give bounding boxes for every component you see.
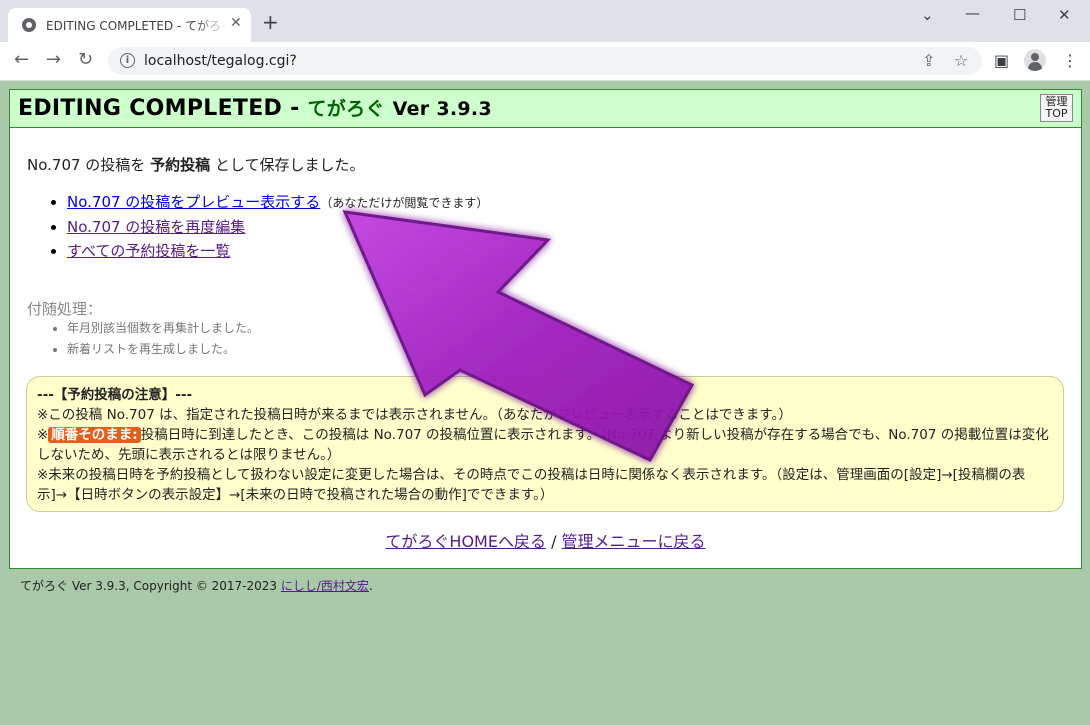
save-message-prefix: No.707 の投稿を <box>27 156 146 174</box>
bookmark-star-icon[interactable]: ☆ <box>954 51 968 70</box>
page-container: EDITING COMPLETED - てがろぐ Ver 3.9.3 管理 TO… <box>9 89 1082 569</box>
tab-search-icon[interactable]: ⌄ <box>921 6 934 24</box>
side-panel-icon[interactable]: ▣ <box>994 51 1009 70</box>
forward-arrow-icon[interactable]: → <box>46 50 61 70</box>
save-message-status: 予約投稿 <box>150 156 211 174</box>
notice-line-2-prefix: ※ <box>37 427 49 443</box>
copyright-period: . <box>368 579 373 593</box>
list-item: すべての予約投稿を一覧 <box>67 239 488 263</box>
mode-badge: 順番そのまま: <box>48 427 141 443</box>
notice-line-3: ※未来の投稿日時を予約投稿として扱わない設定に変更した場合は、その時点でこの投稿… <box>37 467 1026 503</box>
side-process-heading: 付随処理： <box>27 300 103 318</box>
admin-top-button[interactable]: 管理 TOP <box>1040 94 1073 122</box>
browser-tab[interactable]: EDITING COMPLETED - てがろぐ Ver 3.9.3 ✕ <box>8 8 251 42</box>
list-item: No.707 の投稿をプレビュー表示する（あなただけが閲覧できます） <box>67 190 488 215</box>
copyright: てがろぐ Ver 3.9.3, Copyright © 2017-2023 にし… <box>20 577 373 594</box>
list-item: 新着リストを再生成しました。 <box>67 339 259 360</box>
back-arrow-icon[interactable]: ← <box>14 50 29 70</box>
list-scheduled-link[interactable]: すべての予約投稿を一覧 <box>67 242 230 260</box>
address-bar[interactable]: i localhost/tegalog.cgi? ⇪ ☆ <box>108 47 982 75</box>
action-links: No.707 の投稿をプレビュー表示する（あなただけが閲覧できます） No.70… <box>27 190 488 263</box>
page-title-text: EDITING COMPLETED - <box>18 96 300 121</box>
side-process-list: 年月別該当個数を再集計しました。 新着リストを再生成しました。 <box>27 318 259 360</box>
info-icon[interactable]: i <box>120 53 135 68</box>
tab-title: EDITING COMPLETED - てがろぐ Ver 3.9.3 <box>46 17 226 34</box>
profile-avatar-icon[interactable] <box>1024 49 1046 71</box>
home-link[interactable]: てがろぐHOMEへ戻る <box>385 532 546 551</box>
maximize-button[interactable]: ☐ <box>1013 6 1026 24</box>
preview-note: （あなただけが閲覧できます） <box>320 196 489 210</box>
notice-line-1: ※この投稿 No.707 は、指定された投稿日時が来るまでは表示されません。（あ… <box>37 407 792 423</box>
notice-title: ---【予約投稿の注意】--- <box>37 387 193 403</box>
menu-kebab-icon[interactable]: ⋮ <box>1062 51 1078 70</box>
notice-line-2: ※ 順番そのまま: 投稿日時に到達したとき、この投稿は No.707 の投稿位置に表… <box>37 425 1053 465</box>
list-item: 年月別該当個数を再集計しました。 <box>67 318 259 339</box>
scheduled-post-notice: ---【予約投稿の注意】--- ※この投稿 No.707 は、指定された投稿日時… <box>26 376 1064 512</box>
tab-bar: EDITING COMPLETED - てがろぐ Ver 3.9.3 ✕ + ⌄… <box>0 0 1090 42</box>
globe-icon <box>22 18 36 32</box>
url-text[interactable]: localhost/tegalog.cgi? <box>144 53 297 69</box>
share-icon[interactable]: ⇪ <box>922 51 935 70</box>
save-message-suffix: として保存しました。 <box>214 156 365 174</box>
browser-toolbar: ← → ↻ i localhost/tegalog.cgi? ⇪ ☆ ▣ ⋮ <box>0 42 1090 81</box>
page-header: EDITING COMPLETED - てがろぐ Ver 3.9.3 管理 TO… <box>10 90 1081 128</box>
notice-line-2-text: 投稿日時に到達したとき、この投稿は No.707 の投稿位置に表示されます。（N… <box>37 427 1049 463</box>
admin-top-label-2: TOP <box>1045 107 1068 120</box>
save-message: No.707 の投稿を 予約投稿 として保存しました。 <box>27 154 364 175</box>
minimize-button[interactable]: — <box>965 4 980 22</box>
preview-link[interactable]: No.707 の投稿をプレビュー表示する <box>67 193 320 211</box>
reload-icon[interactable]: ↻ <box>78 50 93 70</box>
footer-links: てがろぐHOMEへ戻る / 管理メニューに戻る <box>10 528 1081 552</box>
list-item: No.707 の投稿を再度編集 <box>67 215 488 239</box>
footer-separator: / <box>551 532 557 551</box>
close-tab-icon[interactable]: ✕ <box>230 15 242 31</box>
app-name: てがろぐ <box>307 98 385 120</box>
copyright-text: てがろぐ Ver 3.9.3, Copyright © 2017-2023 <box>20 579 278 593</box>
close-window-button[interactable]: ✕ <box>1058 6 1071 24</box>
admin-menu-link[interactable]: 管理メニューに戻る <box>562 532 706 551</box>
author-link[interactable]: にしし/西村文宏 <box>281 579 369 593</box>
reedit-link[interactable]: No.707 の投稿を再度編集 <box>67 218 245 236</box>
new-tab-button[interactable]: + <box>262 12 279 32</box>
app-version: Ver 3.9.3 <box>392 98 492 120</box>
page-title: EDITING COMPLETED - てがろぐ Ver 3.9.3 <box>18 94 492 121</box>
